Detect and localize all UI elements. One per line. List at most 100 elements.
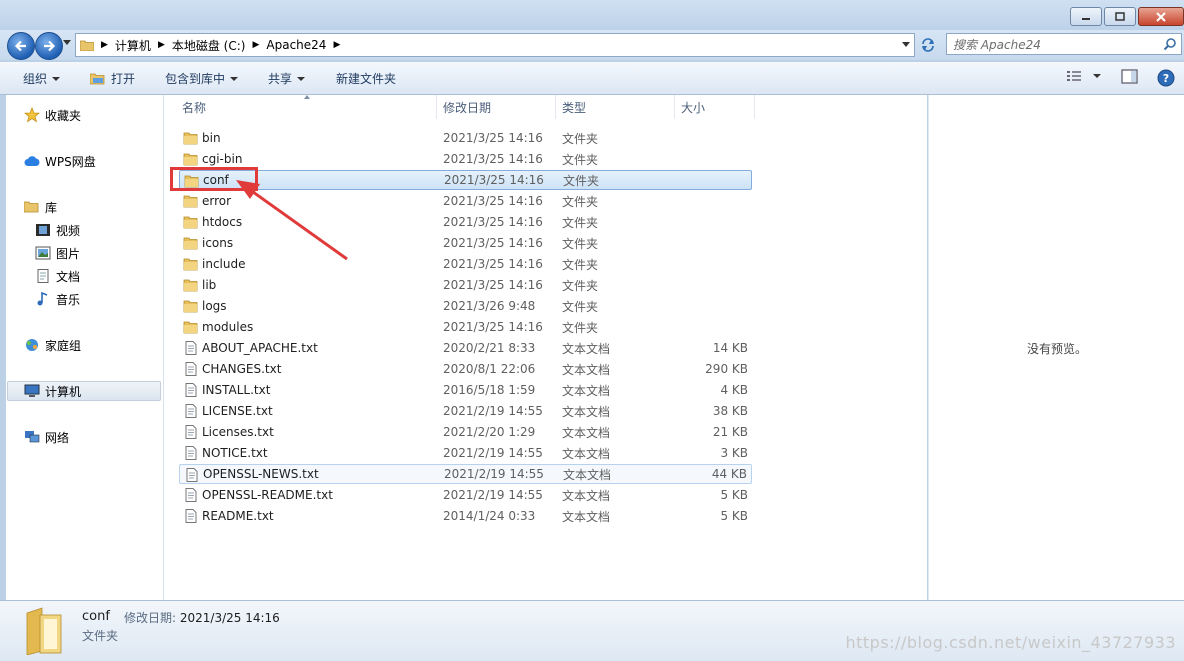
- folder-icon: [183, 195, 198, 208]
- nav-label-network: 网络: [45, 430, 70, 445]
- file-type: 文件夹: [562, 152, 599, 167]
- address-bar[interactable]: ▶ 计算机 ▶ 本地磁盘 (C:) ▶ Apache24 ▶: [75, 33, 915, 57]
- minimize-button[interactable]: [1070, 7, 1102, 26]
- help-icon: ?: [1157, 69, 1175, 87]
- nav-item-favorites[interactable]: 收藏夹: [24, 105, 81, 125]
- nav-item-pictures[interactable]: 图片: [35, 243, 80, 263]
- change-view-button[interactable]: [1066, 70, 1101, 82]
- file-size: 14 KB: [712, 341, 748, 355]
- file-type: 文件夹: [562, 131, 599, 146]
- preview-pane-button[interactable]: [1121, 69, 1139, 85]
- file-type: 文件夹: [562, 215, 599, 230]
- file-row[interactable]: modules 2021/3/25 14:16 文件夹: [179, 317, 752, 337]
- chevron-right-icon[interactable]: ▶: [155, 40, 168, 50]
- file-row[interactable]: lib 2021/3/25 14:16 文件夹: [179, 275, 752, 295]
- share-label: 共享: [268, 72, 293, 86]
- column-header-date[interactable]: 修改日期: [437, 95, 556, 119]
- file-row[interactable]: LICENSE.txt 2021/2/19 14:55 文本文档 38 KB: [179, 401, 752, 421]
- file-row[interactable]: bin 2021/3/25 14:16 文件夹: [179, 128, 752, 148]
- file-row[interactable]: Licenses.txt 2021/2/20 1:29 文本文档 21 KB: [179, 422, 752, 442]
- video-icon: [36, 224, 50, 236]
- nav-label-library: 库: [45, 200, 58, 215]
- nav-item-network[interactable]: 网络: [24, 427, 69, 447]
- text-file-icon: [185, 362, 197, 376]
- column-header-type[interactable]: 类型: [556, 95, 675, 119]
- file-row[interactable]: README.txt 2014/1/24 0:33 文本文档 5 KB: [179, 506, 752, 526]
- column-size-label: 大小: [681, 100, 706, 115]
- refresh-button[interactable]: [916, 33, 940, 57]
- address-history-dropdown[interactable]: [902, 42, 910, 47]
- column-header-name[interactable]: 名称: [176, 95, 437, 119]
- back-button[interactable]: [7, 32, 35, 60]
- homegroup-icon: [26, 339, 38, 351]
- chevron-right-icon[interactable]: ▶: [330, 40, 343, 50]
- organize-menu[interactable]: 组织: [23, 70, 61, 87]
- picture-icon: [35, 246, 51, 260]
- new-folder-button[interactable]: 新建文件夹: [336, 70, 396, 87]
- include-in-library-menu[interactable]: 包含到库中: [165, 70, 239, 87]
- search-input[interactable]: [951, 35, 1160, 55]
- file-name: NOTICE.txt: [202, 446, 268, 460]
- breadcrumb-computer[interactable]: 计算机: [111, 34, 155, 56]
- caret-down-icon: [1093, 74, 1101, 78]
- breadcrumb-apache24[interactable]: Apache24: [262, 34, 330, 56]
- file-name: logs: [202, 299, 227, 313]
- column-header-size[interactable]: 大小: [675, 95, 755, 119]
- text-file-icon: [185, 425, 197, 439]
- nav-item-music[interactable]: 音乐: [35, 289, 80, 309]
- file-date: 2021/2/19 14:55: [443, 404, 543, 418]
- nav-item-documents[interactable]: 文档: [35, 266, 80, 286]
- title-bar: [0, 0, 1184, 30]
- file-date: 2020/2/21 8:33: [443, 341, 536, 355]
- folder-icon: [76, 34, 98, 56]
- organize-label: 组织: [23, 72, 48, 86]
- file-size: 4 KB: [720, 383, 748, 397]
- open-button[interactable]: 打开: [90, 70, 135, 87]
- file-date: 2021/2/19 14:55: [443, 446, 543, 460]
- nav-label-favorites: 收藏夹: [45, 108, 82, 123]
- forward-arrow-icon: [44, 40, 56, 52]
- open-folder-icon: [90, 73, 105, 84]
- chevron-right-icon[interactable]: ▶: [98, 40, 111, 50]
- text-file-icon: [185, 509, 197, 523]
- search-icon[interactable]: [1163, 37, 1177, 51]
- file-size: 44 KB: [711, 467, 747, 481]
- breadcrumb-local-disk[interactable]: 本地磁盘 (C:): [168, 34, 250, 56]
- text-file-icon: [185, 488, 197, 502]
- file-size: 5 KB: [720, 488, 748, 502]
- maximize-button[interactable]: [1104, 7, 1136, 26]
- file-row[interactable]: OPENSSL-README.txt 2021/2/19 14:55 文本文档 5 K…: [179, 485, 752, 505]
- file-row[interactable]: cgi-bin 2021/3/25 14:16 文件夹: [179, 149, 752, 169]
- nav-item-videos[interactable]: 视频: [35, 220, 80, 240]
- text-file-icon: [185, 446, 197, 460]
- computer-icon: [24, 384, 40, 397]
- share-menu[interactable]: 共享: [268, 70, 306, 87]
- file-row[interactable]: OPENSSL-NEWS.txt 2021/2/19 14:55 文本文档 44 KB: [179, 464, 752, 484]
- nav-item-library[interactable]: 库: [24, 197, 57, 217]
- folder-icon: [183, 237, 198, 250]
- file-date: 2021/3/26 9:48: [443, 299, 536, 313]
- close-button[interactable]: [1138, 7, 1184, 26]
- file-row[interactable]: CHANGES.txt 2020/8/1 22:06 文本文档 290 KB: [179, 359, 752, 379]
- file-date: 2020/8/1 22:06: [443, 362, 536, 376]
- folder-icon: [183, 300, 198, 313]
- file-row[interactable]: logs 2021/3/26 9:48 文件夹: [179, 296, 752, 316]
- nav-item-computer[interactable]: 计算机: [7, 381, 161, 401]
- search-box[interactable]: [946, 33, 1182, 55]
- folder-icon: [183, 216, 198, 229]
- help-button[interactable]: ?: [1157, 69, 1175, 87]
- nav-item-wps[interactable]: WPS网盘: [24, 151, 96, 171]
- file-row[interactable]: INSTALL.txt 2016/5/18 1:59 文本文档 4 KB: [179, 380, 752, 400]
- nav-item-homegroup[interactable]: 家庭组: [24, 335, 81, 355]
- file-date: 2021/2/20 1:29: [443, 425, 536, 439]
- network-icon: [25, 431, 40, 443]
- folder-icon: [183, 258, 198, 271]
- file-date: 2021/3/25 14:16: [444, 173, 544, 187]
- recent-pages-dropdown[interactable]: [63, 40, 71, 45]
- file-row[interactable]: NOTICE.txt 2021/2/19 14:55 文本文档 3 KB: [179, 443, 752, 463]
- chevron-right-icon[interactable]: ▶: [249, 40, 262, 50]
- file-type: 文件夹: [562, 320, 599, 335]
- file-row[interactable]: ABOUT_APACHE.txt 2020/2/21 8:33 文本文档 14 KB: [179, 338, 752, 358]
- forward-button[interactable]: [35, 32, 63, 60]
- window-controls: [1070, 7, 1184, 26]
